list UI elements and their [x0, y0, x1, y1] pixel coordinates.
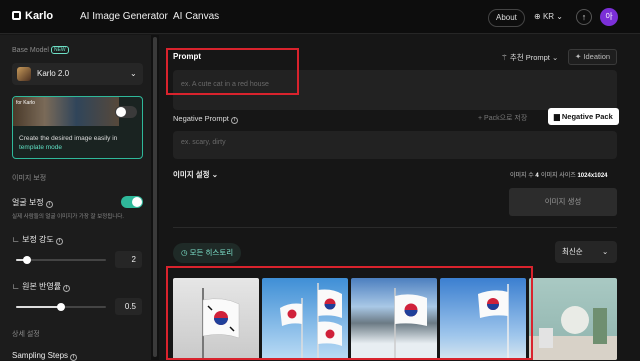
- image-count-info: 이미지 수 4: [510, 170, 539, 179]
- chevron-down-icon: ⌄: [211, 170, 218, 179]
- info-icon[interactable]: i: [63, 285, 71, 292]
- karlo-logo-icon: [12, 11, 21, 20]
- info-icon[interactable]: i: [55, 238, 63, 245]
- corner-icon: ∟: [12, 235, 20, 244]
- globe-icon: ⊕: [534, 12, 541, 21]
- logo-text: Karlo: [25, 10, 54, 22]
- scrollbar-thumb[interactable]: [153, 37, 157, 357]
- top-bar: Karlo AI Image Generator AI Canvas About…: [0, 0, 640, 34]
- image-size-info: 이미지 사이즈 1024x1024: [541, 170, 608, 179]
- original-rate-slider-fill: [16, 306, 61, 308]
- all-history-button[interactable]: ◷ 모든 히스토리: [173, 243, 242, 263]
- language-selector[interactable]: ⊕ KR ⌄: [534, 12, 563, 21]
- negative-pack-button[interactable]: ▆ Negative Pack: [548, 108, 619, 125]
- room-image: [529, 306, 617, 360]
- original-rate-text: 원본 반영률: [22, 282, 62, 291]
- template-mode-link[interactable]: template mode: [19, 144, 62, 151]
- all-history-label: 모든 히스토리: [189, 248, 234, 257]
- magic-wand-icon: ⚚: [501, 53, 508, 62]
- face-correction-label: 얼굴 보정 i: [12, 197, 53, 208]
- original-rate-slider[interactable]: [16, 303, 106, 311]
- negative-prompt-text: Negative Prompt: [173, 114, 229, 123]
- sampling-steps-text: Sampling Steps: [12, 351, 69, 360]
- face-correction-helper: 실제 사람들의 얼굴 이미지가 가장 잘 보정됩니다.: [12, 214, 124, 220]
- generated-image-5[interactable]: [529, 278, 617, 360]
- generate-image-button[interactable]: 이미지 생성: [509, 188, 617, 216]
- negative-placeholder: ex. scary, dirty: [181, 139, 226, 146]
- corner-icon: ∟: [12, 282, 20, 291]
- face-correction-text: 얼굴 보정: [12, 198, 44, 207]
- sidebar-scrollbar[interactable]: [151, 35, 159, 360]
- negative-prompt-label: Negative Prompt i: [173, 114, 238, 124]
- strength-label: ∟ 보정 강도 i: [12, 234, 63, 245]
- original-rate-slider-thumb[interactable]: [57, 303, 65, 311]
- chevron-down-icon: ⌄: [551, 53, 559, 62]
- template-mode-toggle[interactable]: [115, 106, 137, 118]
- template-description: Create the desired image easily in: [19, 135, 118, 142]
- template-tag: for Karlo: [16, 100, 35, 106]
- face-correction-toggle[interactable]: [121, 196, 143, 208]
- folder-icon: ▆: [554, 112, 560, 121]
- ideation-button[interactable]: ✦ Ideation: [568, 49, 618, 65]
- info-icon[interactable]: i: [230, 117, 238, 124]
- image-size-value: 1024x1024: [577, 173, 608, 179]
- strength-slider-thumb[interactable]: [22, 256, 31, 264]
- recommended-prompt-button[interactable]: ⚚ 추천 Prompt ⌄: [501, 52, 558, 63]
- chevron-down-icon: ⌄: [556, 12, 563, 21]
- image-settings-label: 이미지 설정: [173, 170, 210, 179]
- prompt-highlight-box: [166, 48, 299, 95]
- toggle-knob: [116, 107, 126, 117]
- upload-icon[interactable]: ↑: [576, 9, 592, 25]
- strength-slider[interactable]: [16, 256, 106, 264]
- chevron-down-icon: ⌄: [130, 69, 137, 78]
- negative-pack-label: Negative Pack: [561, 112, 613, 121]
- strength-text: 보정 강도: [22, 235, 54, 244]
- model-thumbnail: [17, 67, 31, 81]
- base-model-label: Base Model NEW: [12, 46, 69, 54]
- original-rate-value[interactable]: 0.5: [115, 298, 142, 315]
- model-select[interactable]: Karlo 2.0 ⌄: [12, 63, 143, 85]
- image-count-value: 4: [535, 173, 539, 179]
- main-panel: Prompt ⚚ 추천 Prompt ⌄ ✦ Ideation ex. A cu…: [160, 35, 630, 360]
- base-model-text: Base Model: [12, 47, 49, 54]
- results-highlight-box: [166, 266, 533, 360]
- history-icon: ◷: [181, 248, 188, 257]
- toggle-knob: [132, 197, 142, 207]
- new-badge: NEW: [50, 46, 69, 54]
- tab-ai-canvas[interactable]: AI Canvas: [173, 11, 219, 22]
- image-size-label: 이미지 사이즈: [541, 173, 576, 179]
- info-icon[interactable]: i: [45, 201, 53, 208]
- save-as-pack-button[interactable]: + Pack으로 저장: [478, 113, 527, 123]
- divider: [173, 227, 617, 228]
- avatar[interactable]: 아: [600, 8, 618, 26]
- negative-prompt-input[interactable]: ex. scary, dirty: [173, 131, 617, 159]
- strength-value[interactable]: 2: [115, 251, 142, 268]
- tab-ai-image-generator[interactable]: AI Image Generator: [80, 11, 168, 22]
- sort-label: 최신순: [562, 247, 583, 256]
- image-settings-toggle[interactable]: 이미지 설정 ⌄: [173, 169, 218, 180]
- template-text: Create the desired image easily in templ…: [19, 134, 117, 152]
- chevron-down-icon: ⌄: [602, 247, 609, 256]
- language-label: KR: [542, 12, 555, 21]
- about-button[interactable]: About: [488, 9, 525, 27]
- detail-settings-section: 상세 설정: [12, 331, 40, 338]
- ideation-label: Ideation: [583, 52, 611, 61]
- template-mode-card[interactable]: for Karlo Create the desired image easil…: [12, 96, 143, 159]
- model-name: Karlo 2.0: [37, 69, 70, 78]
- image-count-label: 이미지 수: [510, 173, 534, 179]
- original-rate-label: ∟ 원본 반영률 i: [12, 281, 71, 292]
- karlo-logo[interactable]: Karlo: [12, 10, 53, 22]
- sparkle-icon: ✦: [575, 52, 582, 61]
- image-correction-section: 이미지 보정: [12, 175, 47, 182]
- sort-select[interactable]: 최신순 ⌄: [555, 241, 617, 263]
- recommended-prompt-label: 추천 Prompt: [509, 53, 550, 62]
